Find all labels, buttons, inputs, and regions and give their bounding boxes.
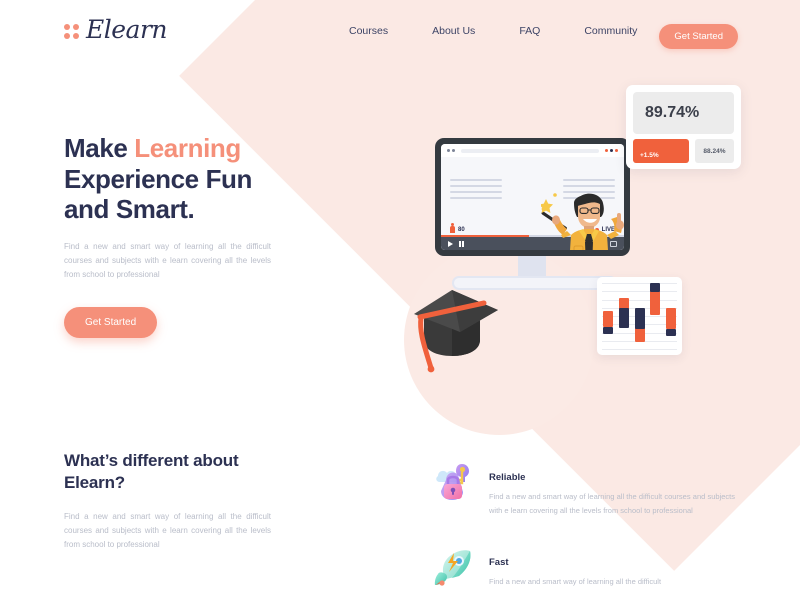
browser-url-bar[interactable] <box>461 148 599 153</box>
stats-card: 89.74% +1.5% 88.24% <box>626 85 741 169</box>
chart-bar <box>666 283 676 349</box>
nav-item-about-us[interactable]: About Us <box>410 25 497 37</box>
hero-get-started-button[interactable]: Get Started <box>64 307 158 339</box>
chart-bar <box>603 283 613 349</box>
nav-item-community[interactable]: Community <box>562 25 659 37</box>
features-list: Reliable Find a new and smart way of lea… <box>432 460 735 600</box>
rocket-lightning-icon <box>434 550 471 586</box>
cloud-lock-key-icon <box>436 464 469 500</box>
hero-paragraph: Find a new and smart way of learning all… <box>64 242 271 280</box>
feature-item-fast: Fast Find a new and smart way of learnin… <box>432 545 732 589</box>
main-nav: Courses About Us FAQ Community <box>327 25 659 37</box>
logo-dots-icon <box>64 23 79 39</box>
chart-bar <box>634 283 645 349</box>
play-icon[interactable] <box>448 240 453 247</box>
browser-window-dots-icon <box>605 149 618 152</box>
feature-body-reliable: Reliable Find a new and smart way of lea… <box>489 460 735 517</box>
logo[interactable]: Elearn <box>64 15 168 45</box>
feature-title-fast: Fast <box>489 557 509 568</box>
feature-title-reliable: Reliable <box>489 472 526 483</box>
hero-heading: Make Learning Experience Fun and Smart. <box>64 133 279 225</box>
video-stage: 80 LIVE <box>441 157 624 250</box>
chart-bars <box>603 283 676 349</box>
content-lines-left <box>450 179 502 203</box>
features-intro-block: What’s different about Elearn? Find a ne… <box>64 450 279 552</box>
monitor: 80 LIVE <box>435 138 630 256</box>
pause-icon[interactable] <box>459 240 464 247</box>
feature-description-reliable: Find a new and smart way of learning all… <box>489 492 735 515</box>
browser-nav-dots-icon <box>447 149 455 152</box>
site-header: Elearn Courses About Us FAQ Community Ge… <box>0 0 800 62</box>
viewer-count-value: 80 <box>458 226 465 233</box>
stat-row: +1.5% 88.24% <box>633 139 734 163</box>
hero-heading-line1-plain: Make <box>64 133 135 163</box>
hero-heading-line3: and Smart. <box>64 194 195 225</box>
nav-item-courses[interactable]: Courses <box>327 25 410 37</box>
feature-body-fast: Fast Find a new and smart way of learnin… <box>489 545 735 589</box>
hero-illustration: 80 LIVE 89.74% +1.5% 88.24% <box>390 80 760 400</box>
teacher-illustration <box>541 193 624 250</box>
browser-chrome-bar <box>441 144 624 157</box>
landing-page: Elearn Courses About Us FAQ Community Ge… <box>0 0 800 600</box>
features-heading: What’s different about Elearn? <box>64 451 239 493</box>
logo-text: Elearn <box>86 15 168 44</box>
chart-bar <box>650 283 661 349</box>
stat-secondary-value: 88.24% <box>694 139 734 163</box>
feature-item-reliable: Reliable Find a new and smart way of lea… <box>432 460 735 517</box>
feature-description-fast: Find a new and smart way of learning all… <box>489 577 662 586</box>
person-icon <box>450 223 455 233</box>
hero-heading-line2: Experience Fun <box>64 163 253 194</box>
hero-text-block: Make Learning Experience Fun and Smart. … <box>64 133 279 339</box>
hero-heading-accent: Learning <box>134 133 241 163</box>
stat-main-value: 89.74% <box>633 92 734 134</box>
nav-item-faq[interactable]: FAQ <box>497 25 562 37</box>
header-get-started-button[interactable]: Get Started <box>659 24 738 49</box>
features-paragraph: Find a new and smart way of learning all… <box>64 512 271 550</box>
chart-card <box>597 277 682 355</box>
graduation-cap-icon <box>414 290 498 373</box>
stat-change-badge: +1.5% <box>633 139 689 163</box>
viewer-count: 80 <box>450 223 465 233</box>
monitor-screen: 80 LIVE <box>441 144 624 250</box>
chart-bar <box>618 283 629 349</box>
